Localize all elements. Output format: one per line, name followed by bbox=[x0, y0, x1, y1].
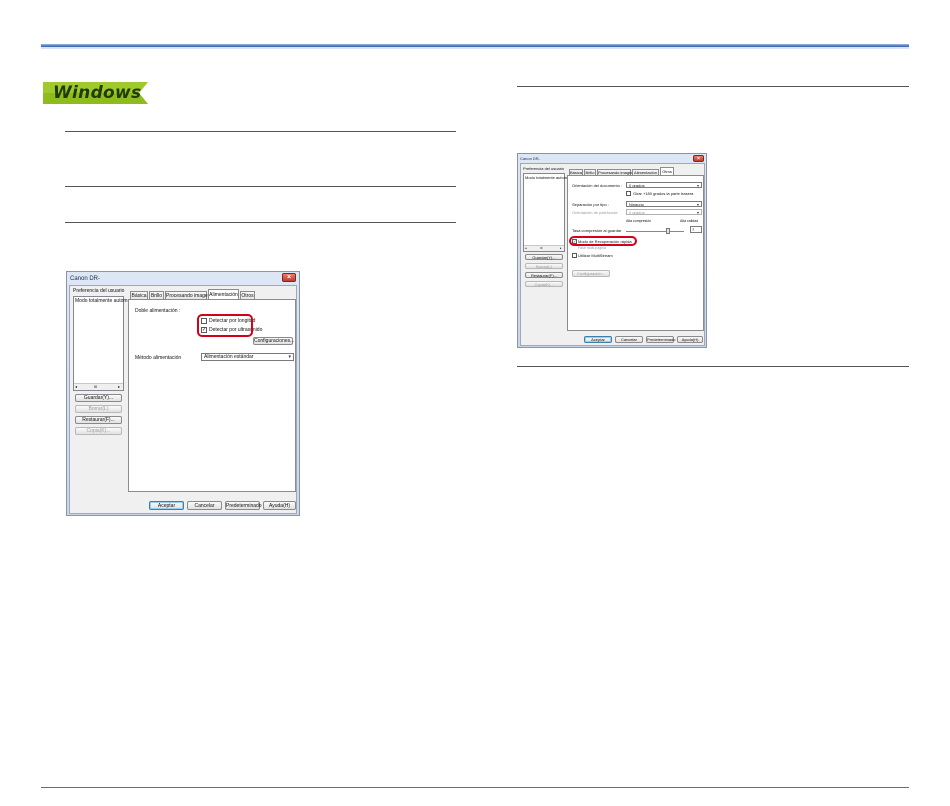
rotate-checkbox[interactable] bbox=[626, 191, 631, 196]
scroll-thumb[interactable]: III bbox=[94, 384, 97, 389]
default-button[interactable]: Predeterminado bbox=[646, 336, 675, 343]
header-rule-shadow bbox=[41, 47, 909, 49]
restore-button[interactable]: Restaurar(F)... bbox=[525, 272, 563, 278]
accept-button[interactable]: Aceptar bbox=[149, 501, 184, 510]
chevron-down-icon: ▾ bbox=[288, 354, 291, 360]
list-scrollbar[interactable]: ◂ III ▸ bbox=[524, 245, 564, 251]
user-pref-item[interactable]: Modo totalmente autom bbox=[525, 175, 567, 180]
compression-slider-thumb[interactable] bbox=[666, 228, 670, 234]
section-rule-3 bbox=[65, 222, 456, 223]
cancel-button[interactable]: Cancelar bbox=[615, 336, 643, 343]
rotate-checkbox-label: Girar +180 grados la parte trasera bbox=[633, 191, 694, 196]
scroll-right-icon[interactable]: ▸ bbox=[560, 246, 562, 250]
save-button[interactable]: Guardar(Y)... bbox=[525, 254, 563, 260]
tab-panel-other: Orientación del documento : 0 grados ▾ G… bbox=[567, 175, 704, 331]
tab-panel-feed: Doble alimentación : Detectar por longit… bbox=[128, 299, 296, 492]
section-rule-5 bbox=[517, 366, 909, 367]
highlight-box bbox=[197, 314, 253, 337]
copy-button[interactable]: Copia(K)... bbox=[75, 427, 122, 435]
doc-orientation-value: 0 grados bbox=[629, 183, 645, 188]
scroll-thumb[interactable]: III bbox=[540, 246, 543, 250]
compression-slider-track[interactable] bbox=[626, 231, 684, 232]
close-button[interactable]: × bbox=[282, 273, 296, 282]
feed-method-value: Alimentación estándar bbox=[204, 354, 254, 360]
section-rule-2 bbox=[65, 186, 456, 187]
separation-label: Separación por tipo : bbox=[572, 202, 609, 207]
fast-mode-sub-label: Fase multi-página bbox=[578, 246, 606, 250]
doc-orientation-label: Orientación del documento : bbox=[572, 183, 623, 188]
footer-rule bbox=[41, 787, 909, 788]
section-rule-1 bbox=[65, 131, 456, 132]
chevron-down-icon: ▾ bbox=[696, 183, 699, 188]
separation-orient-value: 0 grados bbox=[629, 210, 645, 215]
list-scrollbar[interactable]: ◂ III ▸ bbox=[74, 383, 123, 390]
user-pref-list[interactable]: Modo totalmente autom ◂ III ▸ bbox=[523, 173, 567, 252]
dialog-body: Preferencia del usuario Modo totalmente … bbox=[69, 285, 297, 514]
separation-orient-label: Orientación de patchcode bbox=[572, 210, 618, 215]
copy-button[interactable]: Copia(K)... bbox=[525, 281, 563, 287]
accept-button[interactable]: Aceptar bbox=[584, 336, 612, 343]
separation-value: Ninguno bbox=[629, 202, 644, 207]
delete-button[interactable]: Borrar(L) bbox=[525, 263, 563, 269]
windows-badge: Windows bbox=[43, 82, 148, 104]
dialog-title: Canon DR- bbox=[70, 275, 101, 282]
feed-method-label: Método alimentación bbox=[135, 355, 182, 361]
compression-value: 7 bbox=[692, 227, 695, 232]
restore-button[interactable]: Restaurar(F)... bbox=[75, 416, 122, 424]
dialog-title: Canon DR- bbox=[520, 156, 541, 161]
user-pref-item[interactable]: Modo totalmente autom bbox=[75, 298, 128, 304]
user-pref-label: Preferencia del usuario bbox=[73, 288, 125, 294]
dialog-body: Preferencia del usuario Modo totalmente … bbox=[520, 163, 705, 346]
config-button[interactable]: Configuraciones... bbox=[253, 337, 294, 345]
section-rule-4 bbox=[517, 86, 909, 87]
doc-orientation-select[interactable]: 0 grados ▾ bbox=[626, 182, 702, 188]
default-button[interactable]: Predeterminado bbox=[225, 501, 262, 510]
config-button[interactable]: Configuración... bbox=[572, 270, 610, 277]
separation-select[interactable]: Ninguno ▾ bbox=[626, 201, 702, 207]
close-button[interactable]: × bbox=[693, 155, 704, 162]
feed-method-select[interactable]: Alimentación estándar ▾ bbox=[201, 353, 294, 361]
scroll-left-icon[interactable]: ◂ bbox=[525, 246, 527, 250]
scroll-right-icon[interactable]: ▸ bbox=[118, 384, 120, 389]
highlight-box bbox=[569, 236, 637, 246]
cancel-button[interactable]: Cancelar bbox=[187, 501, 222, 510]
quality-max-label: Alta calidad bbox=[680, 219, 699, 223]
help-button[interactable]: Ayuda(H) bbox=[677, 336, 703, 343]
delete-button[interactable]: Borrar(L) bbox=[75, 405, 122, 413]
multistream-checkbox[interactable] bbox=[572, 253, 577, 258]
user-pref-label: Preferencia del usuario bbox=[523, 166, 565, 171]
compression-label: Tasa compresión al guardar bbox=[572, 228, 622, 233]
compression-spin[interactable]: 7 bbox=[690, 226, 702, 233]
multistream-label: Utilizar MultiStream bbox=[578, 253, 613, 258]
scroll-left-icon[interactable]: ◂ bbox=[75, 384, 77, 389]
dialog-other-settings: Canon DR- × Preferencia del usuario Modo… bbox=[517, 153, 707, 348]
double-feed-label: Doble alimentación : bbox=[135, 308, 181, 314]
help-button[interactable]: Ayuda(H) bbox=[263, 501, 296, 510]
compression-max-label: Alta compresión bbox=[626, 219, 652, 223]
separation-orient-select[interactable]: 0 grados ▾ bbox=[626, 209, 702, 215]
chevron-down-icon: ▾ bbox=[696, 202, 699, 207]
chevron-down-icon: ▾ bbox=[696, 210, 699, 215]
save-button[interactable]: Guardar(Y)... bbox=[75, 394, 122, 402]
user-pref-list[interactable]: Modo totalmente autom ◂ III ▸ bbox=[73, 296, 128, 391]
windows-badge-label: Windows bbox=[53, 83, 142, 103]
dialog-feed-settings: Canon DR- × Preferencia del usuario Modo… bbox=[66, 271, 300, 516]
